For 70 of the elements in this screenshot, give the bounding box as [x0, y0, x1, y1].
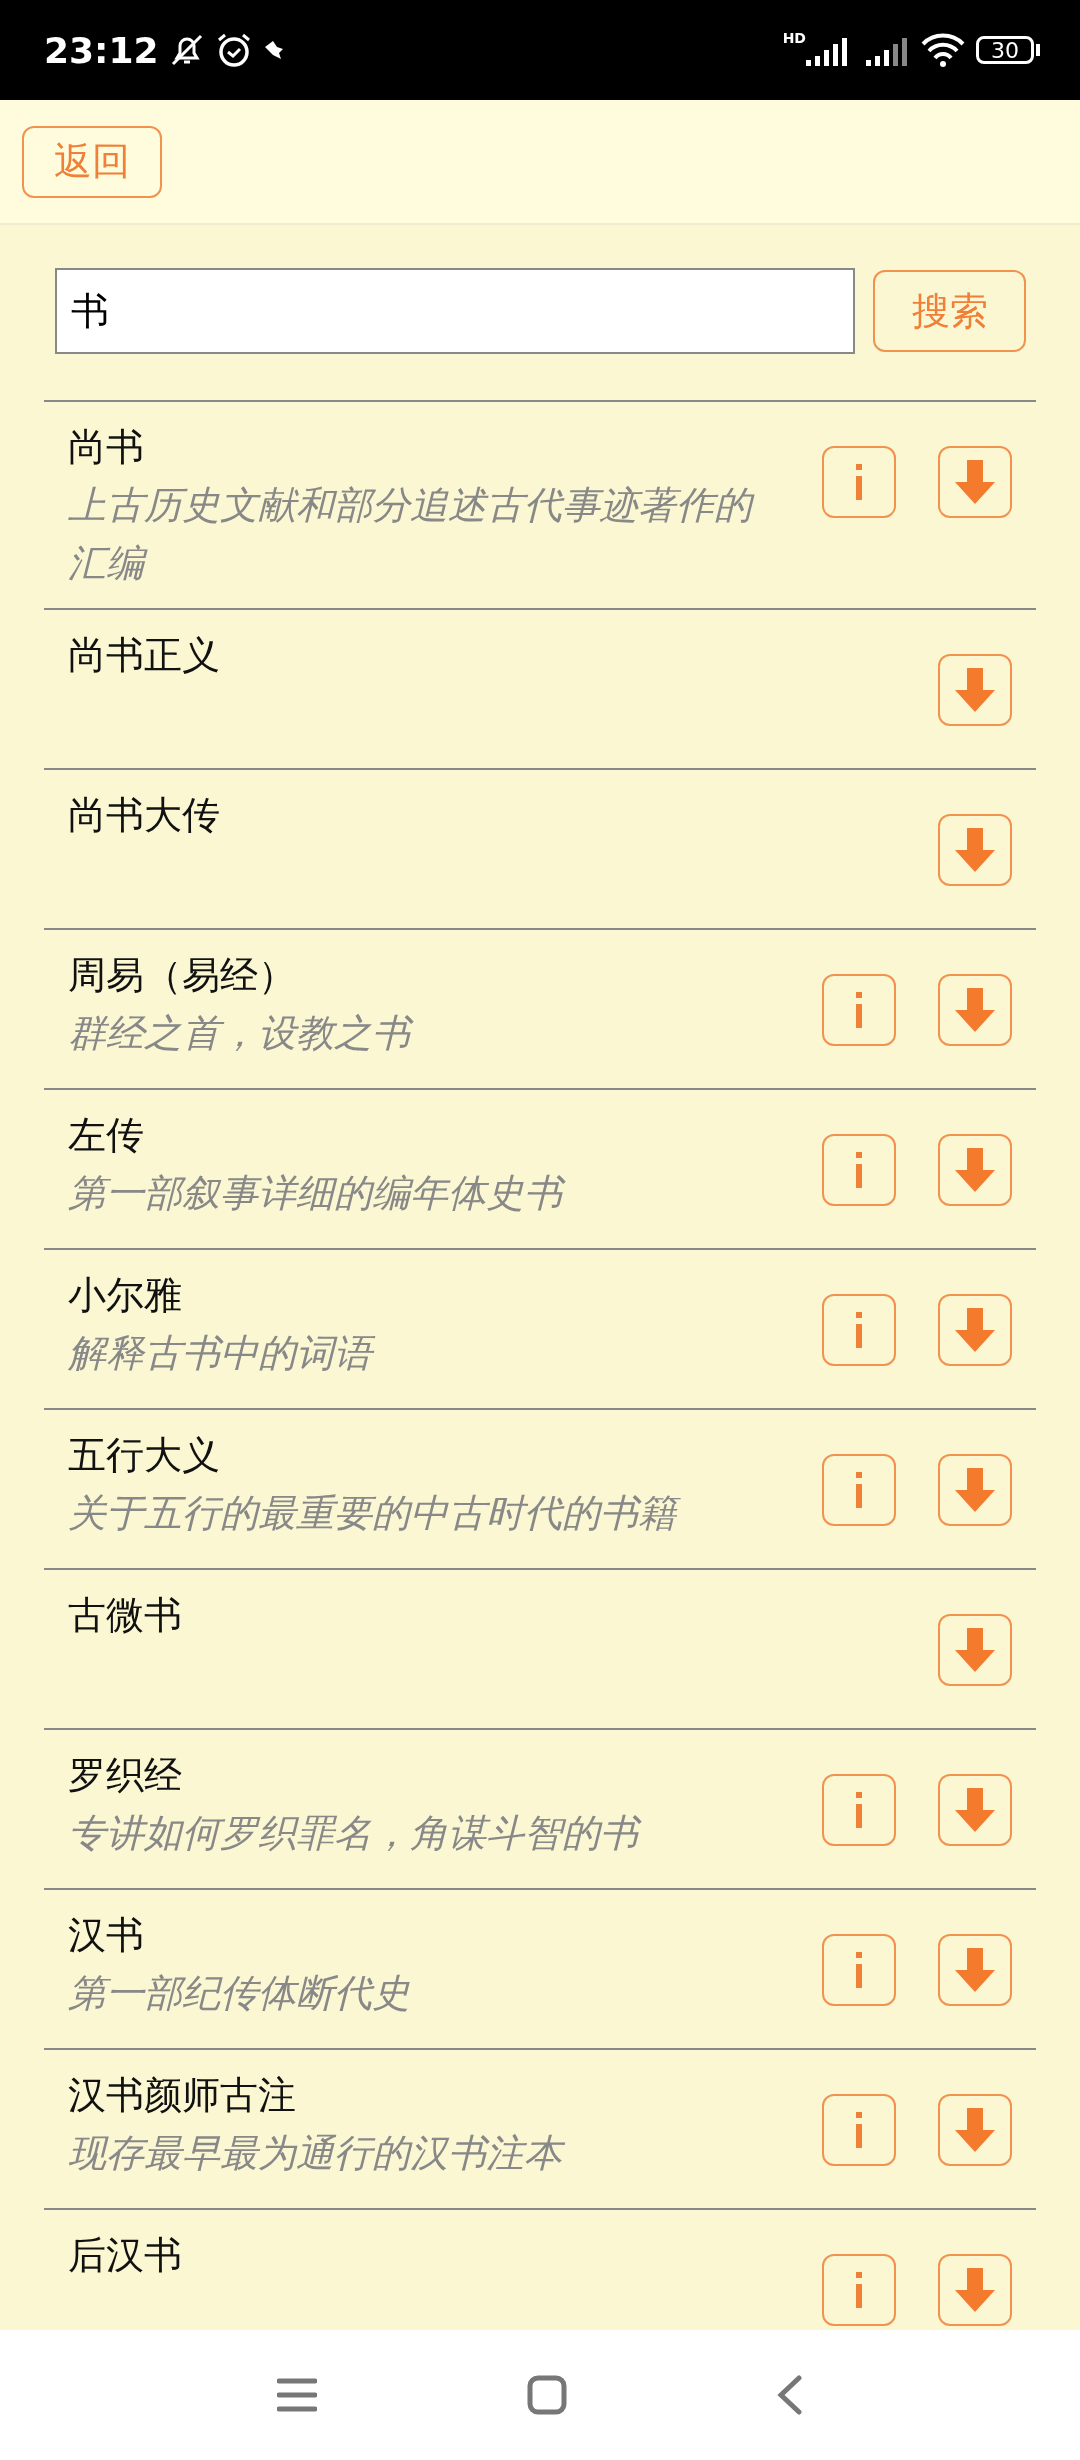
book-title[interactable]: 尚书正义 [68, 626, 762, 684]
download-button[interactable] [938, 1774, 1012, 1846]
book-title[interactable]: 尚书大传 [68, 786, 762, 844]
download-button[interactable] [938, 1294, 1012, 1366]
download-button[interactable] [938, 1934, 1012, 2006]
info-button[interactable] [822, 446, 896, 518]
info-button[interactable] [822, 1134, 896, 1206]
info-icon [853, 2112, 865, 2148]
book-title[interactable]: 古微书 [68, 1586, 762, 1644]
book-title[interactable]: 汉书 [68, 1906, 762, 1964]
network-type-label: HD [782, 30, 806, 46]
book-title[interactable]: 五行大义 [68, 1426, 762, 1484]
info-button[interactable] [822, 2254, 896, 2326]
home-icon[interactable] [527, 2375, 567, 2415]
download-button[interactable] [938, 446, 1012, 518]
download-arrow-icon [955, 2108, 995, 2152]
info-button[interactable] [822, 1294, 896, 1366]
info-icon [853, 464, 865, 500]
info-icon [853, 992, 865, 1028]
info-button[interactable] [822, 1454, 896, 1526]
download-arrow-icon [955, 1468, 995, 1512]
download-arrow-icon [955, 828, 995, 872]
info-icon [853, 2272, 865, 2308]
book-description: 现存最早最为通行的汉书注本 [68, 2124, 762, 2182]
book-description: 第一部纪传体断代史 [68, 1970, 411, 2017]
book-description: 第一部叙事详细的编年体史书 [68, 1164, 762, 1222]
book-title[interactable]: 后汉书 [68, 2226, 762, 2284]
info-icon [853, 1472, 865, 1508]
download-arrow-icon [955, 1148, 995, 1192]
download-arrow-icon [955, 1948, 995, 1992]
download-arrow-icon [955, 1628, 995, 1672]
book-title[interactable]: 尚书 [68, 418, 762, 476]
wifi-icon [920, 32, 966, 68]
download-button[interactable] [938, 654, 1012, 726]
book-title[interactable]: 罗织经 [68, 1746, 762, 1804]
book-description: 群经之首，设教之书 [68, 1004, 762, 1062]
download-arrow-icon [955, 1788, 995, 1832]
download-button[interactable] [938, 1614, 1012, 1686]
download-arrow-icon [955, 460, 995, 504]
download-button[interactable] [938, 1454, 1012, 1526]
info-button[interactable] [822, 974, 896, 1046]
info-icon [853, 1792, 865, 1828]
download-arrow-icon [955, 668, 995, 712]
download-button[interactable] [938, 1134, 1012, 1206]
book-title[interactable]: 小尔雅 [68, 1266, 762, 1324]
download-button[interactable] [938, 2094, 1012, 2166]
clock-time: 23:12 [44, 29, 159, 71]
battery-level: 30 [976, 36, 1034, 64]
download-arrow-icon [955, 1308, 995, 1352]
info-button[interactable] [822, 1774, 896, 1846]
download-arrow-icon [955, 2268, 995, 2312]
info-icon [853, 1312, 865, 1348]
download-arrow-icon [955, 988, 995, 1032]
book-title[interactable]: 周易（易经） [68, 946, 762, 1004]
book-title[interactable]: 汉书颜师古注 [68, 2066, 762, 2124]
download-button[interactable] [938, 814, 1012, 886]
info-button[interactable] [822, 1934, 896, 2006]
book-title[interactable]: 左传 [68, 1106, 762, 1164]
download-button[interactable] [938, 974, 1012, 1046]
download-button[interactable] [938, 2254, 1012, 2326]
search-field[interactable]: 书 [55, 268, 855, 354]
back-icon[interactable] [777, 2375, 803, 2415]
book-description: 关于五行的最重要的中古时代的书籍 [68, 1484, 762, 1542]
book-description: 专讲如何罗织罪名，角谋斗智的书 [68, 1804, 762, 1862]
book-description: 解释古书中的词语 [68, 1324, 762, 1382]
info-icon [853, 1952, 865, 1988]
book-description: 上古历史文献和部分追述古代事迹著作的汇编 [68, 476, 762, 592]
info-button[interactable] [822, 2094, 896, 2166]
menu-icon[interactable] [277, 2378, 317, 2412]
info-icon [853, 1152, 865, 1188]
